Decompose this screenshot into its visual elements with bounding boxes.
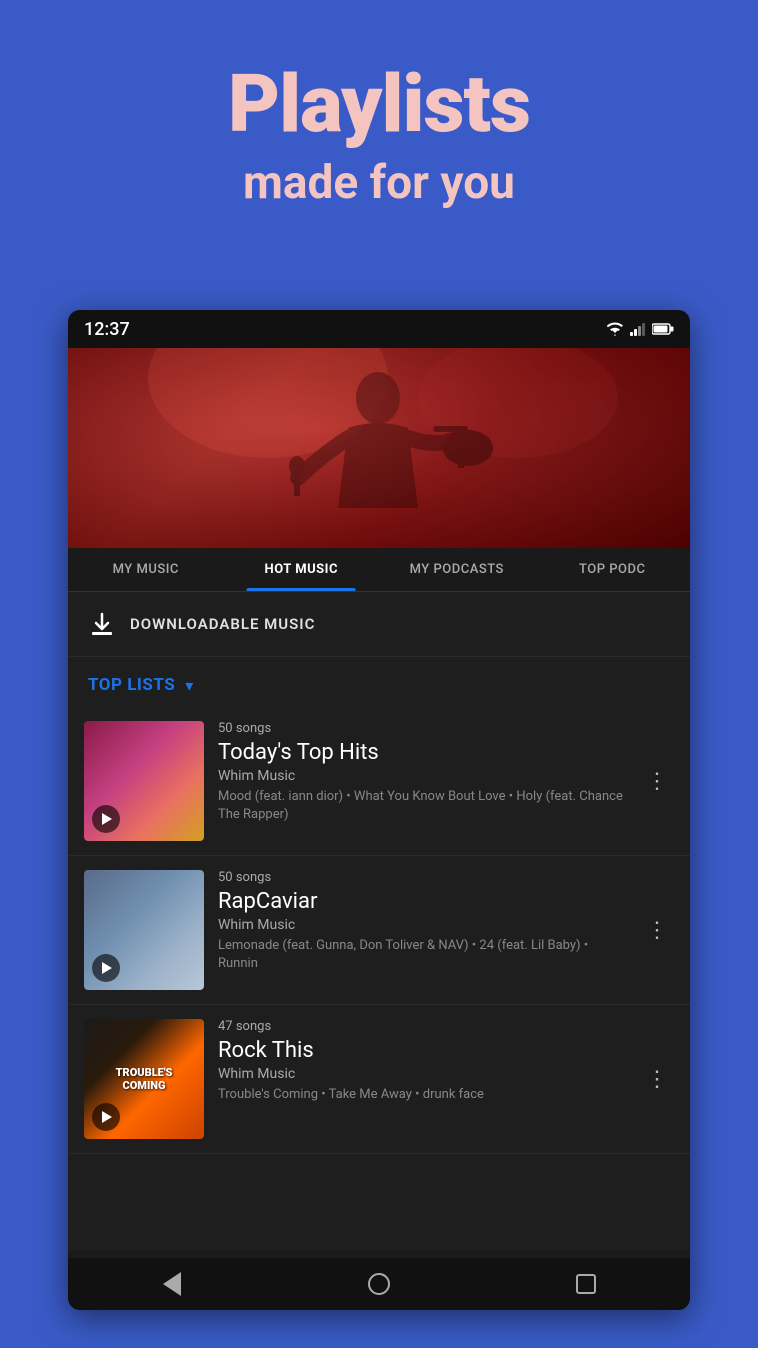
playlist-thumb-1[interactable] [84,721,204,841]
play-button-1[interactable] [92,805,120,833]
signal-icon [630,322,646,336]
playlist-tracks-2: Lemonade (feat. Gunna, Don Toliver & NAV… [218,937,626,973]
download-row[interactable]: DOWNLOADABLE MUSIC [68,592,690,657]
tab-hot-music[interactable]: HOT MUSIC [224,548,380,591]
nav-tabs: MY MUSIC HOT MUSIC MY PODCASTS TOP PODC [68,548,690,592]
download-label: DOWNLOADABLE MUSIC [130,615,315,633]
tab-top-podcasts[interactable]: TOP PODC [535,548,691,591]
playlist-name-2: RapCaviar [218,889,626,914]
song-count-2: 50 songs [218,870,626,885]
playlist-item: TROUBLE'SCOMING 47 songs Rock This Whim … [68,1005,690,1154]
content-area: DOWNLOADABLE MUSIC TOP LISTS ▾ 50 songs … [68,592,690,1250]
playlist-name-3: Rock This [218,1038,626,1063]
concert-banner [68,348,690,548]
playlist-info-3: 47 songs Rock This Whim Music Trouble's … [218,1019,626,1104]
top-lists-title: TOP LISTS [88,675,175,695]
home-icon [368,1273,390,1295]
tab-my-podcasts[interactable]: MY PODCASTS [379,548,535,591]
hero-section: Playlists made for you [0,0,758,250]
playlist-item: 50 songs RapCaviar Whim Music Lemonade (… [68,856,690,1005]
back-icon [163,1272,181,1296]
wifi-icon [606,322,624,336]
top-lists-header[interactable]: TOP LISTS ▾ [68,657,690,707]
bottom-nav [68,1258,690,1310]
more-options-button-3[interactable]: ⋮ [640,1063,674,1096]
playlist-author-2: Whim Music [218,917,626,933]
playlist-thumb-text: TROUBLE'SCOMING [116,1066,173,1092]
phone-mockup: 12:37 [68,310,690,1310]
home-button[interactable] [354,1259,404,1309]
status-bar: 12:37 [68,310,690,348]
playlist-thumb-2[interactable] [84,870,204,990]
song-count-1: 50 songs [218,721,626,736]
play-triangle-icon [102,1111,112,1123]
play-button-2[interactable] [92,954,120,982]
performer-silhouette-svg [68,348,690,548]
playlist-item: 50 songs Today's Top Hits Whim Music Moo… [68,707,690,856]
status-icons [606,322,674,336]
recents-button[interactable] [561,1259,611,1309]
play-triangle-icon [102,813,112,825]
tab-my-music[interactable]: MY MUSIC [68,548,224,591]
chevron-down-icon[interactable]: ▾ [185,676,193,695]
playlist-name-1: Today's Top Hits [218,740,626,765]
hero-subtitle: made for you [40,156,718,210]
playlist-tracks-1: Mood (feat. iann dior) • What You Know B… [218,788,626,824]
hero-title: Playlists [40,60,718,148]
back-button[interactable] [147,1259,197,1309]
status-time: 12:37 [84,319,130,340]
more-options-button-1[interactable]: ⋮ [640,765,674,798]
more-options-button-2[interactable]: ⋮ [640,914,674,947]
play-triangle-icon [102,962,112,974]
battery-icon [652,323,674,335]
song-count-3: 47 songs [218,1019,626,1034]
play-button-3[interactable] [92,1103,120,1131]
download-icon [88,610,116,638]
playlist-author-1: Whim Music [218,768,626,784]
playlist-thumb-3[interactable]: TROUBLE'SCOMING [84,1019,204,1139]
playlist-info-2: 50 songs RapCaviar Whim Music Lemonade (… [218,870,626,973]
playlist-author-3: Whim Music [218,1066,626,1082]
playlist-tracks-3: Trouble's Coming • Take Me Away • drunk … [218,1086,626,1104]
playlist-info-1: 50 songs Today's Top Hits Whim Music Moo… [218,721,626,824]
recents-icon [576,1274,596,1294]
